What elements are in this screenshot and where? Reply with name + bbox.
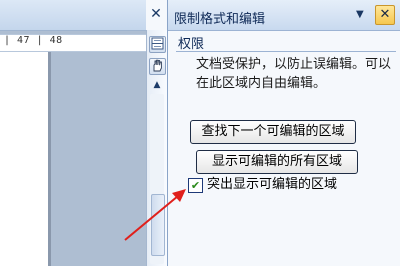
pane-menu-dropdown-icon[interactable]: ▼ xyxy=(356,9,364,20)
highlight-editable-regions-label[interactable]: 突出显示可编辑的区域 xyxy=(207,176,337,194)
restrict-editing-pane: 限制格式和编辑 ▼ ✕ 权限 文档受保护，以防止误编辑。可以在此区域内自由编辑。… xyxy=(167,0,400,266)
pane-header: 限制格式和编辑 ▼ ✕ xyxy=(168,0,400,31)
horizontal-ruler: | 47 | 48 xyxy=(0,34,146,52)
pane-close-icon[interactable]: ✕ xyxy=(375,5,395,25)
hand-icon[interactable] xyxy=(149,58,166,75)
document-area: | 47 | 48 xyxy=(0,0,146,266)
section-divider xyxy=(176,51,396,52)
permissions-section-title: 权限 xyxy=(178,37,205,52)
document-page[interactable] xyxy=(0,52,49,266)
protection-description: 文档受保护，以防止误编辑。可以在此区域内自由编辑。 xyxy=(196,57,392,91)
document-close-icon[interactable]: ✕ xyxy=(149,6,163,22)
find-next-editable-region-button[interactable]: 查找下一个可编辑的区域 xyxy=(190,120,356,144)
split-view-icon[interactable] xyxy=(149,36,166,53)
split-view-icon-graphic xyxy=(151,37,164,50)
highlight-editable-regions-checkbox[interactable]: ✔ xyxy=(188,178,203,193)
scroll-up-arrow-icon[interactable]: ▲ xyxy=(149,80,165,92)
vertical-scrollbar[interactable]: ▲ xyxy=(146,30,167,266)
hand-icon-graphic xyxy=(153,59,162,72)
document-toolbar xyxy=(0,0,146,31)
pane-title: 限制格式和编辑 xyxy=(174,12,266,27)
show-all-editable-regions-button[interactable]: 显示可编辑的所有区域 xyxy=(196,150,358,174)
ruler-ticks: | 47 | 48 xyxy=(4,35,63,46)
scroll-thumb[interactable] xyxy=(151,194,165,256)
scroll-track[interactable] xyxy=(150,94,165,264)
